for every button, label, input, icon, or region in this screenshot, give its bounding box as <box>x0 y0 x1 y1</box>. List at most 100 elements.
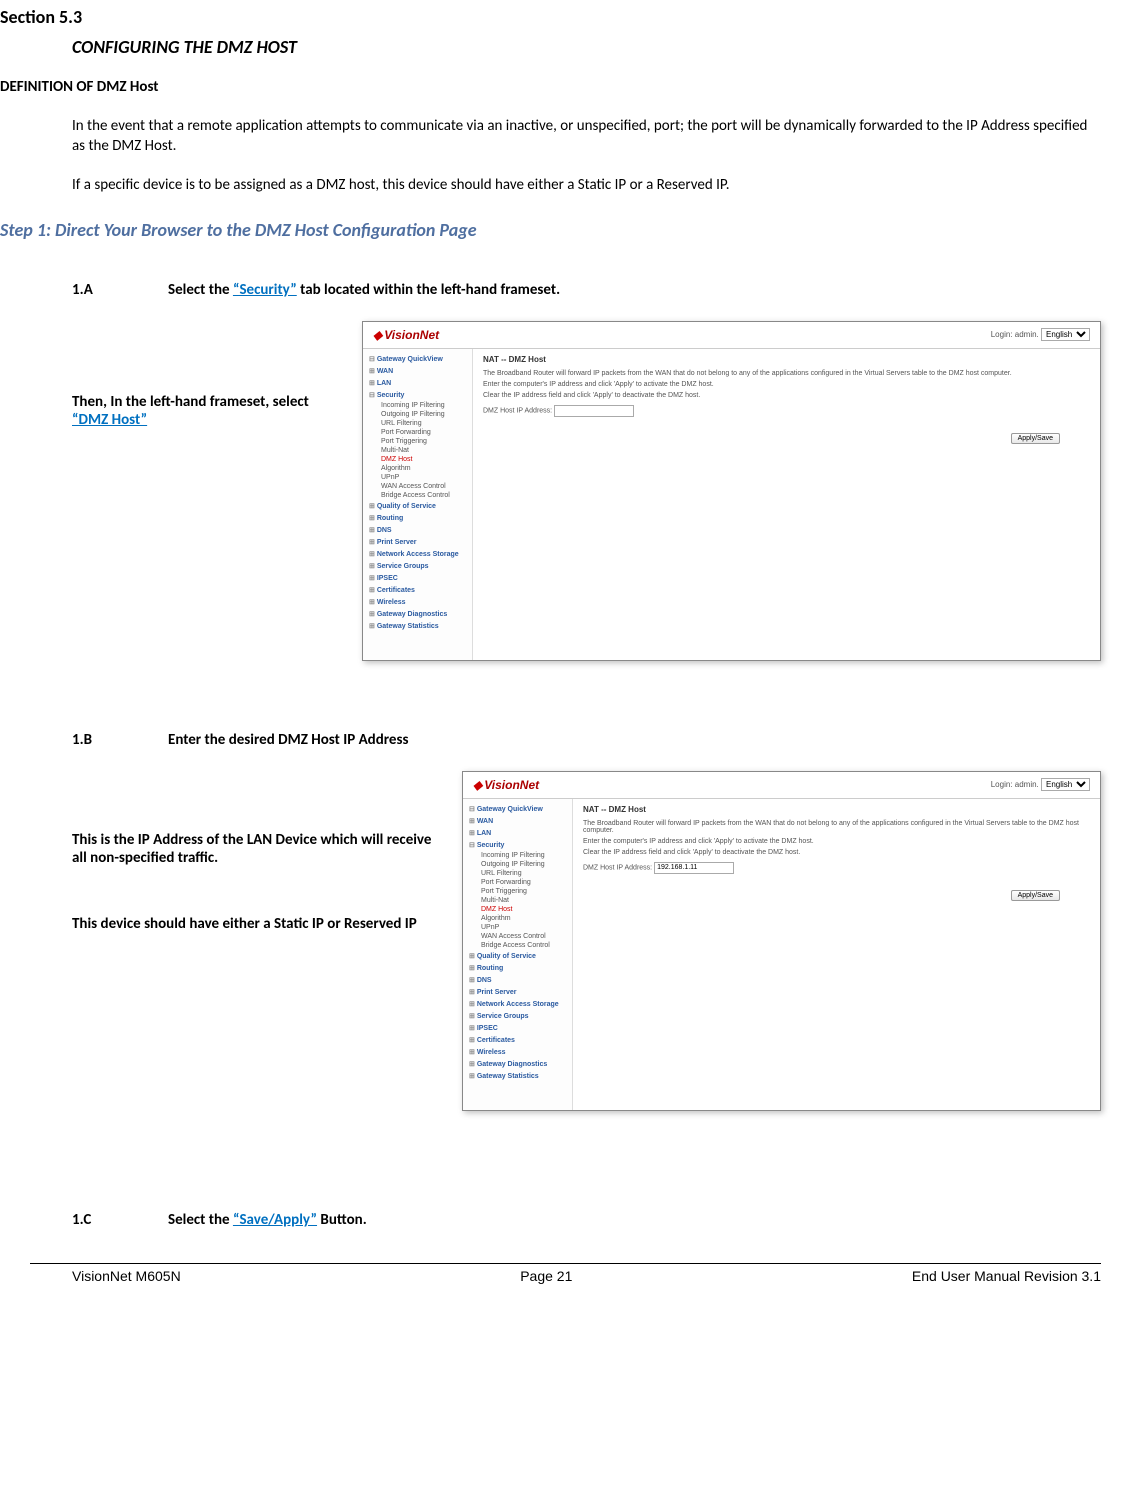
sidebar-item-statistics[interactable]: Gateway Statistics <box>465 1070 570 1082</box>
sidebar-item-certificates[interactable]: Certificates <box>365 584 470 596</box>
mock-instr1-b: Enter the computer's IP address and clic… <box>583 838 1090 845</box>
dmz-ip-input-filled[interactable] <box>654 862 734 874</box>
footer-right: End User Manual Revision 3.1 <box>912 1268 1101 1284</box>
mock-logo-b: VisionNet <box>473 778 539 792</box>
sidebar-item-dns[interactable]: DNS <box>465 974 570 986</box>
sidebar-sub-port-triggering[interactable]: Port Triggering <box>465 887 570 896</box>
sidebar-sub-bridge-access[interactable]: Bridge Access Control <box>465 941 570 950</box>
sidebar-sub-incoming-ip[interactable]: Incoming IP Filtering <box>465 851 570 860</box>
save-apply-link[interactable]: “Save/Apply” <box>233 1211 317 1229</box>
step-1b-label: 1.B <box>72 731 168 749</box>
sidebar-item-print-server[interactable]: Print Server <box>365 536 470 548</box>
sidebar-item-wireless[interactable]: Wireless <box>365 596 470 608</box>
sidebar-item-service-groups[interactable]: Service Groups <box>465 1010 570 1022</box>
step-1b-side-p1: This is the IP Address of the LAN Device… <box>72 831 442 867</box>
mock-language-select[interactable]: English <box>1041 328 1090 341</box>
sidebar-item-diagnostics[interactable]: Gateway Diagnostics <box>365 608 470 620</box>
mock-page-title-b: NAT -- DMZ Host <box>583 805 1090 814</box>
definition-heading: DEFINITION OF DMZ Host <box>0 78 1101 116</box>
apply-save-button-b[interactable]: Apply/Save <box>1011 890 1060 901</box>
footer-left: VisionNet M605N <box>72 1268 181 1284</box>
section-title: CONFIGURING THE DMZ HOST <box>0 36 1101 78</box>
sidebar-sub-wan-access[interactable]: WAN Access Control <box>365 482 470 491</box>
mock-instr1: Enter the computer's IP address and clic… <box>483 381 1090 388</box>
mock-login-area-b: Login: admin. English <box>991 778 1090 791</box>
sidebar-sub-multi-nat[interactable]: Multi-Nat <box>365 446 470 455</box>
step-1a-text: Select the “Security” tab located within… <box>168 281 560 299</box>
sidebar-sub-wan-access[interactable]: WAN Access Control <box>465 932 570 941</box>
step-1a-text-before: Select the <box>168 281 233 299</box>
sidebar-item-routing[interactable]: Routing <box>465 962 570 974</box>
sidebar-sub-algorithm[interactable]: Algorithm <box>365 464 470 473</box>
mock-language-select-b[interactable]: English <box>1041 778 1090 791</box>
step-1c-text: Select the “Save/Apply” Button. <box>168 1211 367 1229</box>
sidebar-sub-port-forwarding[interactable]: Port Forwarding <box>365 428 470 437</box>
sidebar-item-qos[interactable]: Quality of Service <box>465 950 570 962</box>
mock-logo: VisionNet <box>373 328 439 342</box>
sidebar-sub-url-filtering[interactable]: URL Filtering <box>465 869 570 878</box>
mock-field-label-b: DMZ Host IP Address: <box>583 864 652 871</box>
section-number: Section 5.3 <box>0 0 1101 36</box>
sidebar-sub-upnp[interactable]: UPnP <box>365 473 470 482</box>
sidebar-item-qos[interactable]: Quality of Service <box>365 500 470 512</box>
definition-para-2: If a specific device is to be assigned a… <box>0 175 1101 213</box>
security-link[interactable]: “Security” <box>233 281 297 299</box>
step-1c-text-after: Button. <box>317 1211 367 1229</box>
step-1b-side-text: This is the IP Address of the LAN Device… <box>72 771 462 981</box>
sidebar-sub-port-forwarding[interactable]: Port Forwarding <box>465 878 570 887</box>
sidebar-item-security[interactable]: Security <box>365 389 470 401</box>
sidebar-item-dns[interactable]: DNS <box>365 524 470 536</box>
sidebar-item-ipsec[interactable]: IPSEC <box>365 572 470 584</box>
sidebar-sub-outgoing-ip[interactable]: Outgoing IP Filtering <box>365 410 470 419</box>
sidebar-sub-url-filtering[interactable]: URL Filtering <box>365 419 470 428</box>
definition-para-1: In the event that a remote application a… <box>0 116 1101 175</box>
step-1a-side-before: Then, In the left-hand frameset, select <box>72 393 309 411</box>
mock-instr2-b: Clear the IP address field and click 'Ap… <box>583 849 1090 856</box>
dmz-host-link[interactable]: “DMZ Host” <box>72 411 147 429</box>
sidebar-item-ipsec[interactable]: IPSEC <box>465 1022 570 1034</box>
sidebar-item-quickview[interactable]: Gateway QuickView <box>465 803 570 815</box>
sidebar-item-quickview[interactable]: Gateway QuickView <box>365 353 470 365</box>
sidebar-sub-port-triggering[interactable]: Port Triggering <box>365 437 470 446</box>
mock-page-title: NAT -- DMZ Host <box>483 355 1090 364</box>
sidebar-item-lan[interactable]: LAN <box>465 827 570 839</box>
sidebar-item-certificates[interactable]: Certificates <box>465 1034 570 1046</box>
sidebar-item-wireless[interactable]: Wireless <box>465 1046 570 1058</box>
mock-field-label: DMZ Host IP Address: <box>483 407 552 414</box>
dmz-ip-input[interactable] <box>554 405 634 417</box>
mock-desc-b: The Broadband Router will forward IP pac… <box>583 820 1090 834</box>
step-1b-text: Enter the desired DMZ Host IP Address <box>168 731 408 749</box>
screenshot-1b: VisionNet Login: admin. English Gateway … <box>462 771 1101 1111</box>
step-1c-text-before: Select the <box>168 1211 233 1229</box>
sidebar-sub-algorithm[interactable]: Algorithm <box>465 914 570 923</box>
step-1a-text-after: tab located within the left-hand framese… <box>297 281 560 299</box>
sidebar-sub-multi-nat[interactable]: Multi-Nat <box>465 896 570 905</box>
mock-desc: The Broadband Router will forward IP pac… <box>483 370 1090 377</box>
sidebar-item-statistics[interactable]: Gateway Statistics <box>365 620 470 632</box>
sidebar-item-service-groups[interactable]: Service Groups <box>365 560 470 572</box>
sidebar-sub-dmz-host[interactable]: DMZ Host <box>365 455 470 464</box>
step-1a-label: 1.A <box>72 281 168 299</box>
sidebar-item-lan[interactable]: LAN <box>365 377 470 389</box>
sidebar-item-routing[interactable]: Routing <box>365 512 470 524</box>
mock-main-panel-b: NAT -- DMZ Host The Broadband Router wil… <box>573 799 1100 1110</box>
sidebar-sub-incoming-ip[interactable]: Incoming IP Filtering <box>365 401 470 410</box>
sidebar-item-nas[interactable]: Network Access Storage <box>465 998 570 1010</box>
mock-sidebar-b: Gateway QuickView WAN LAN Security Incom… <box>463 799 573 1110</box>
sidebar-item-print-server[interactable]: Print Server <box>465 986 570 998</box>
sidebar-sub-upnp[interactable]: UPnP <box>465 923 570 932</box>
footer-center: Page 21 <box>520 1268 572 1284</box>
sidebar-sub-outgoing-ip[interactable]: Outgoing IP Filtering <box>465 860 570 869</box>
sidebar-sub-bridge-access[interactable]: Bridge Access Control <box>365 491 470 500</box>
screenshot-1a: VisionNet Login: admin. English Gateway … <box>362 321 1101 661</box>
mock-instr2: Clear the IP address field and click 'Ap… <box>483 392 1090 399</box>
sidebar-item-diagnostics[interactable]: Gateway Diagnostics <box>465 1058 570 1070</box>
mock-login-area: Login: admin. English <box>991 328 1090 341</box>
sidebar-item-wan[interactable]: WAN <box>465 815 570 827</box>
sidebar-item-security[interactable]: Security <box>465 839 570 851</box>
sidebar-item-wan[interactable]: WAN <box>365 365 470 377</box>
apply-save-button[interactable]: Apply/Save <box>1011 433 1060 444</box>
step-1b-side-p2: This device should have either a Static … <box>72 915 442 933</box>
sidebar-sub-dmz-host[interactable]: DMZ Host <box>465 905 570 914</box>
sidebar-item-nas[interactable]: Network Access Storage <box>365 548 470 560</box>
